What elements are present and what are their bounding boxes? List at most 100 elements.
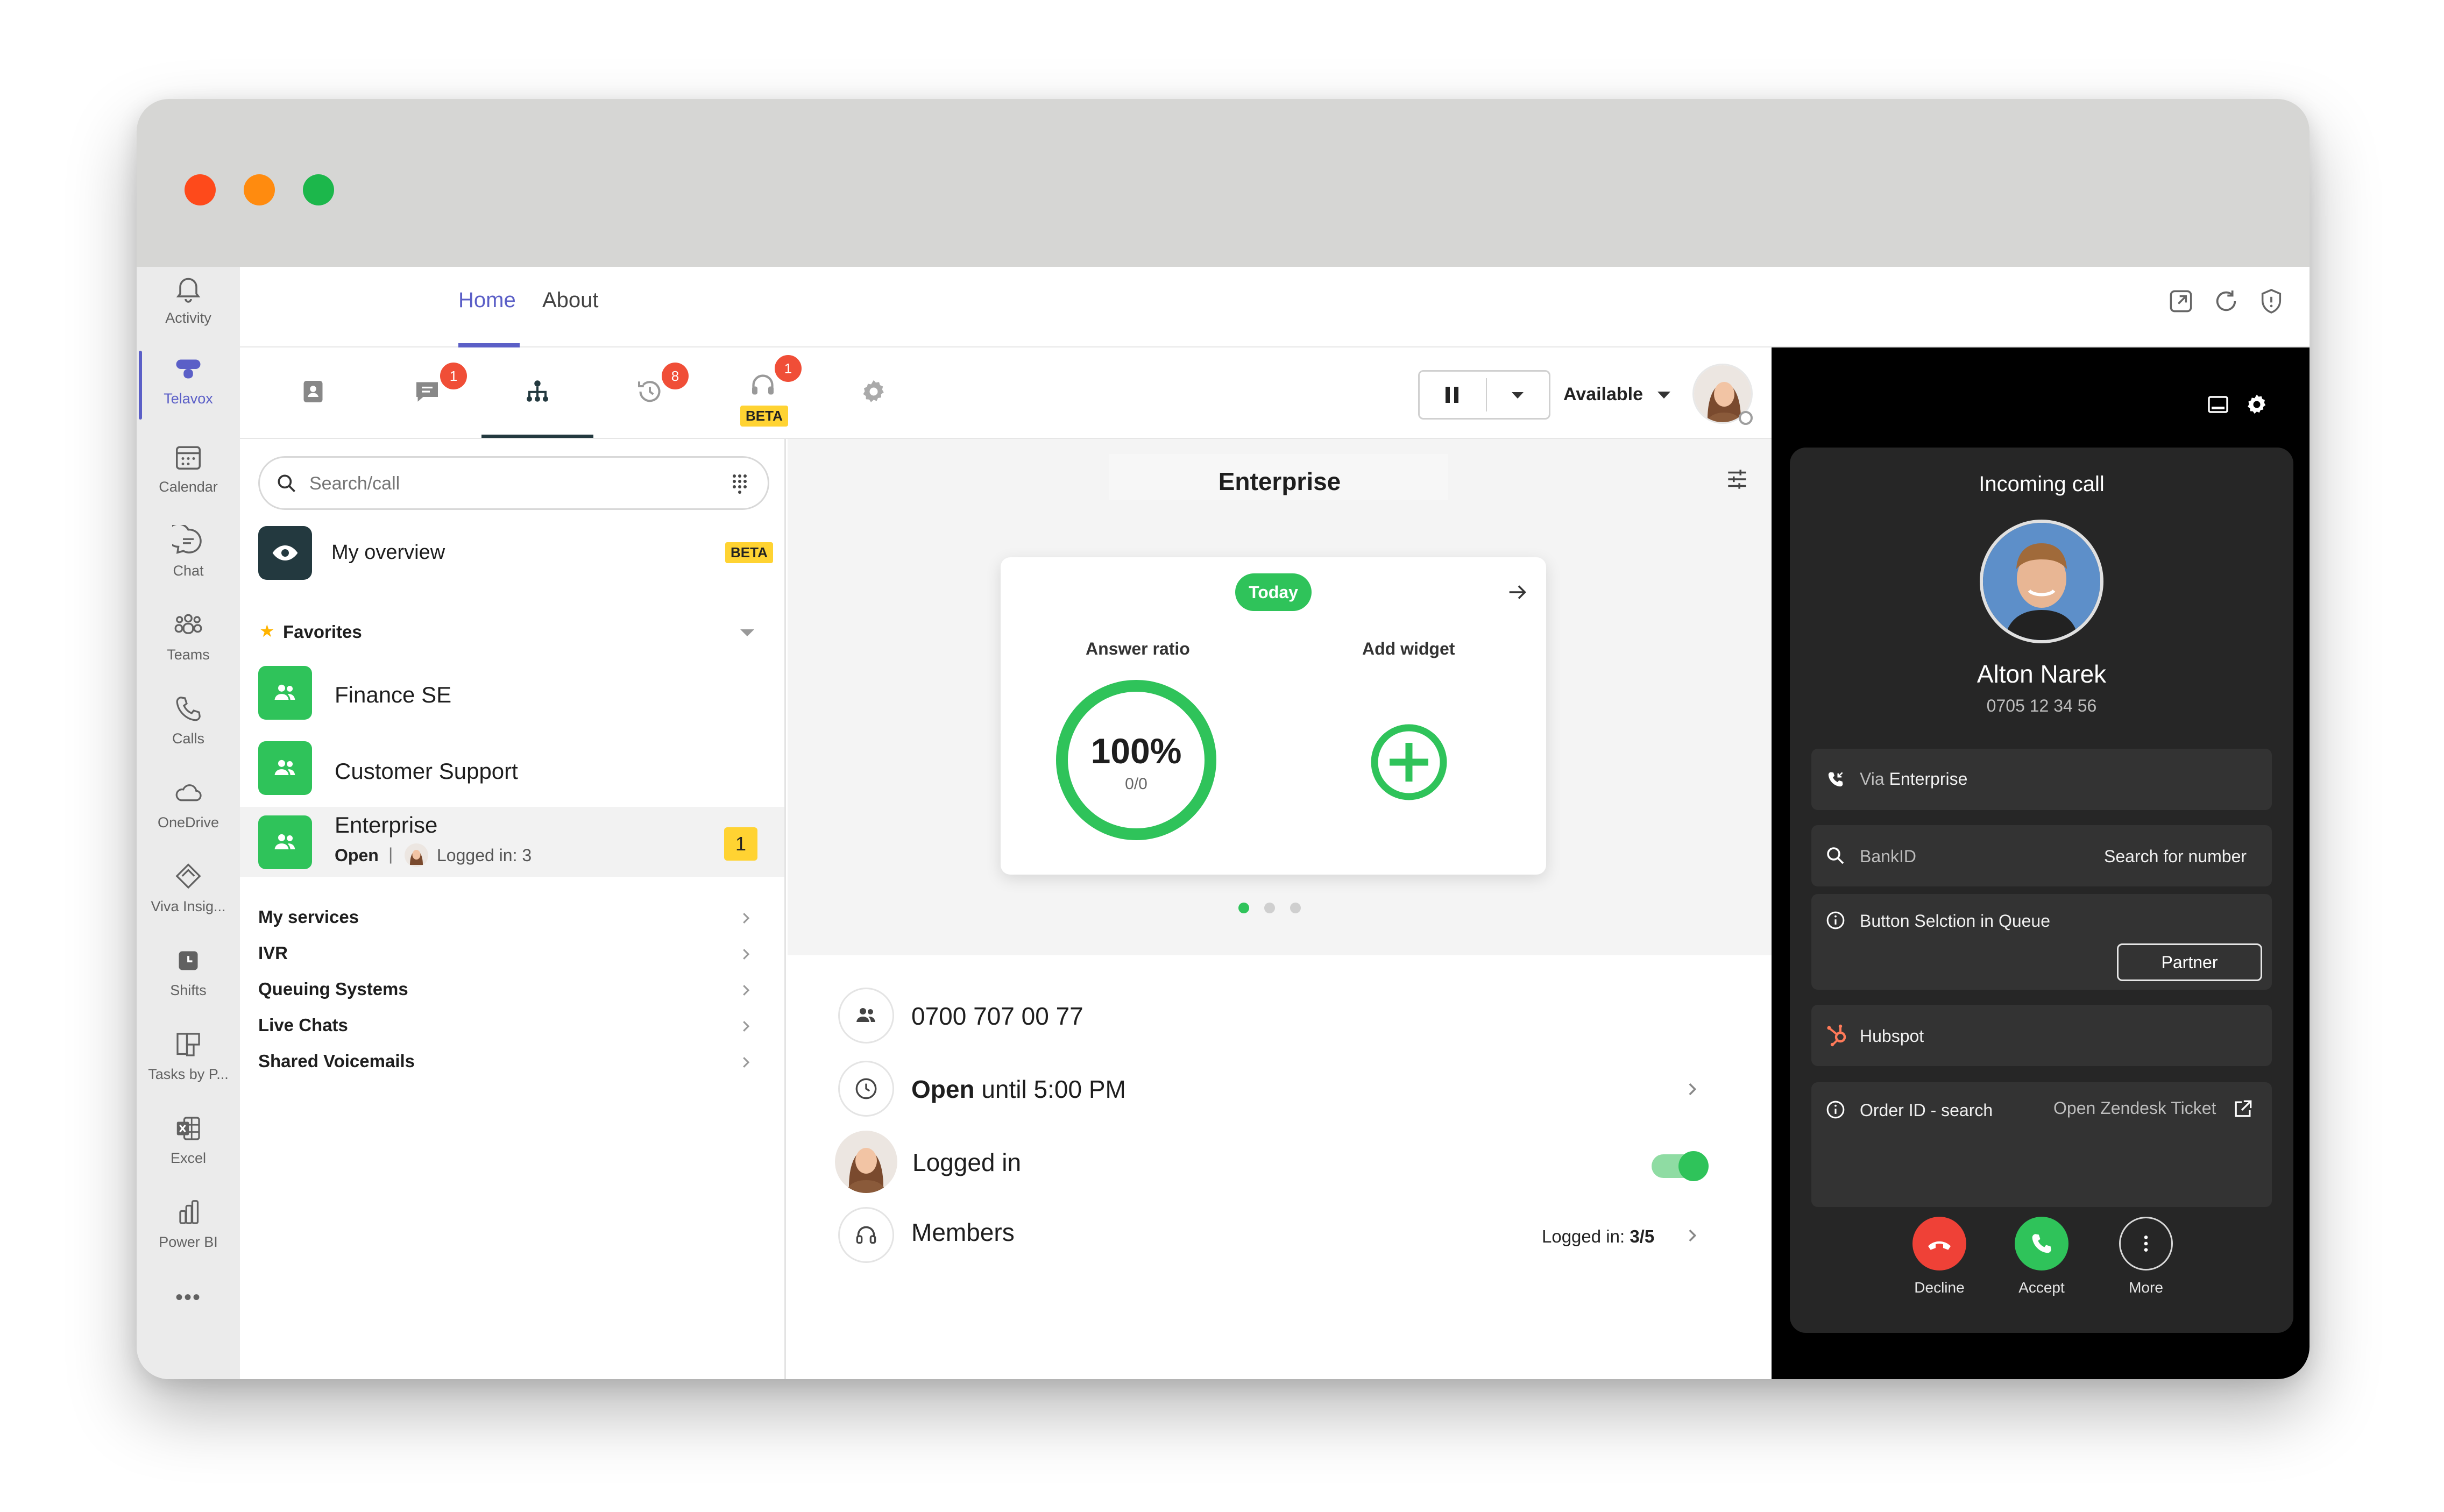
members-row[interactable]: Members Logged in: 3/5 [788, 1196, 1772, 1266]
favorite-name: Enterprise [335, 812, 438, 837]
search-box [258, 456, 769, 510]
pause-button[interactable] [1420, 372, 1486, 418]
members-logged-in: Logged in: 3/5 [1542, 1226, 1654, 1247]
shield-icon[interactable] [2256, 286, 2286, 316]
external-link-icon[interactable] [2231, 1097, 2255, 1121]
contacts-icon[interactable] [297, 375, 329, 408]
dialpad-icon[interactable] [727, 471, 753, 496]
group-icon [258, 666, 312, 720]
history-icon[interactable] [634, 375, 666, 408]
queue-phone-number[interactable]: 0700 707 00 77 [911, 1002, 1083, 1031]
tab-about[interactable]: About [542, 288, 599, 313]
headset-icon[interactable] [747, 369, 779, 401]
chevron-right-icon [743, 985, 750, 996]
rail-item-teams[interactable]: Teams [137, 604, 240, 684]
decline-button[interactable] [1912, 1217, 1966, 1270]
rail-item-shifts[interactable]: Shifts [137, 939, 240, 1020]
menu-queuing-systems[interactable]: Queuing Systems [258, 979, 408, 999]
zendesk-link[interactable]: Open Zendesk Ticket [2053, 1098, 2216, 1118]
via-prefix: Via [1860, 769, 1885, 789]
rail-item-calls[interactable]: Calls [137, 687, 240, 768]
add-widget-plus-icon[interactable] [1370, 723, 1448, 801]
maximize-window-button[interactable] [303, 174, 334, 205]
accept-label: Accept [2018, 1279, 2065, 1296]
partner-button[interactable]: Partner [2117, 943, 2262, 981]
rail-item-power-bi[interactable]: Power BI [137, 1191, 240, 1272]
order-id-box: Order ID - search Open Zendesk Ticket [1811, 1082, 2272, 1207]
star-icon: ★ [259, 621, 275, 641]
queue-count-badge: 1 [724, 827, 757, 861]
rail-item-chat[interactable]: Chat [137, 520, 240, 600]
popout-icon[interactable] [2166, 286, 2196, 316]
bankid-search-link[interactable]: Search for number [2104, 847, 2247, 867]
phone-icon [176, 697, 201, 721]
menu-shared-voicemails[interactable]: Shared Voicemails [258, 1051, 415, 1071]
rail-item-label: Activity [165, 310, 211, 326]
favorites-label: Favorites [283, 622, 362, 642]
order-id-label: Order ID - search [1860, 1101, 1993, 1120]
open-until-label: until 5:00 PM [981, 1075, 1126, 1103]
rail-item-calendar[interactable]: Calendar [137, 436, 240, 516]
menu-ivr[interactable]: IVR [258, 943, 288, 963]
clock-icon [838, 1061, 894, 1117]
settings-gear-icon[interactable] [858, 375, 890, 408]
settings-gear-icon[interactable] [2243, 391, 2271, 418]
messages-icon[interactable] [411, 375, 443, 408]
search-input[interactable] [308, 468, 717, 499]
teams-icon [174, 614, 202, 634]
rail-item-label: Calendar [159, 479, 218, 495]
chevron-right-icon [743, 949, 750, 960]
pagination-dot[interactable] [1264, 903, 1275, 913]
rail-item-onedrive[interactable]: OneDrive [137, 771, 240, 852]
menu-my-services[interactable]: My services [258, 907, 359, 927]
more-options-button[interactable] [2119, 1217, 2173, 1270]
rail-item-activity[interactable]: Activity [137, 267, 240, 347]
pause-control [1418, 370, 1550, 420]
rail-item-excel[interactable]: Excel [137, 1107, 240, 1188]
rail-item-label: Tasks by P... [148, 1066, 229, 1082]
availability-status[interactable]: Available [1563, 384, 1643, 405]
rail-item-telavox[interactable]: Telavox [137, 347, 240, 428]
caret-down-icon [1512, 392, 1524, 399]
tab-home[interactable]: Home [458, 288, 516, 313]
group-icon [838, 988, 894, 1044]
favorite-finance-se[interactable]: Finance SE [240, 661, 784, 727]
close-window-button[interactable] [185, 174, 216, 205]
favorite-enterprise[interactable]: Enterprise Open | Logged in: 3 1 [240, 807, 784, 877]
pagination-dot[interactable] [1290, 903, 1301, 913]
pause-dropdown-button[interactable] [1487, 372, 1549, 418]
more-apps-button[interactable]: ••• [137, 1286, 240, 1310]
org-chart-icon[interactable] [521, 375, 554, 408]
favorite-customer-support[interactable]: Customer Support [240, 736, 784, 803]
opening-hours-row[interactable]: Open until 5:00 PM [788, 1050, 1772, 1120]
minimize-panel-icon[interactable] [2205, 392, 2231, 417]
accept-button[interactable] [2015, 1217, 2068, 1270]
rail-item-label: Chat [173, 563, 204, 579]
logged-in-toggle[interactable] [1652, 1151, 1709, 1181]
period-pill[interactable]: Today [1235, 573, 1312, 611]
rail-item-viva-insights[interactable]: Viva Insig... [137, 855, 240, 936]
favorites-header[interactable]: ★ Favorites [240, 616, 784, 649]
caret-down-icon[interactable] [1657, 392, 1670, 399]
pagination-dot-active[interactable] [1238, 903, 1249, 913]
tasks-icon [176, 1033, 200, 1056]
collapse-caret-icon [740, 629, 754, 636]
call-title: Incoming call [1979, 472, 2105, 496]
members-label: Members [911, 1218, 1015, 1246]
filter-sliders-icon[interactable] [1724, 466, 1751, 493]
refresh-icon[interactable] [2211, 286, 2241, 316]
teams-app-rail: Activity Telavox Calendar Chat Teams Cal… [137, 267, 240, 1379]
add-widget-label: Add widget [1362, 639, 1455, 658]
hubspot-box[interactable]: Hubspot [1811, 1005, 2272, 1066]
rail-item-tasks[interactable]: Tasks by P... [137, 1023, 240, 1104]
messages-badge: 1 [440, 363, 467, 389]
queue-number-row: 0700 707 00 77 [788, 977, 1772, 1047]
minimize-window-button[interactable] [244, 174, 275, 205]
eye-icon [258, 526, 312, 580]
shifts-icon [179, 951, 198, 970]
logged-in-row: Logged in [788, 1123, 1772, 1193]
menu-live-chats[interactable]: Live Chats [258, 1015, 348, 1035]
my-overview-item[interactable]: My overview BETA [240, 521, 784, 585]
arrow-right-icon[interactable] [1505, 580, 1530, 605]
logged-in-label: Logged in [912, 1148, 1022, 1176]
